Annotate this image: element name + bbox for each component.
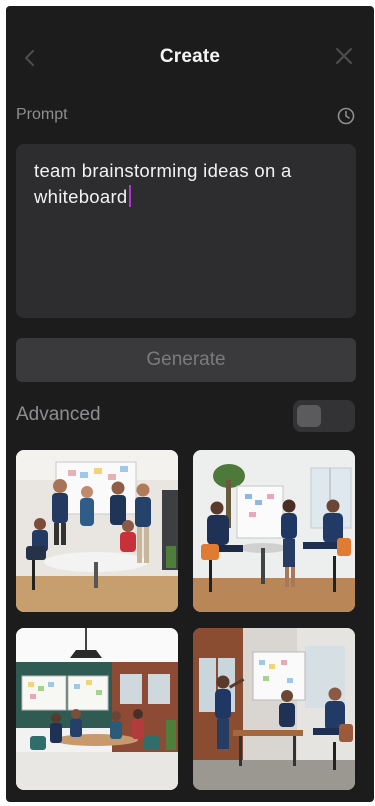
text-caret xyxy=(128,185,131,207)
prompt-text: team brainstorming ideas on a whiteboard xyxy=(34,160,292,207)
prompt-label: Prompt xyxy=(16,106,68,123)
result-image-1[interactable] xyxy=(16,450,178,612)
prompt-input[interactable]: team brainstorming ideas on a whiteboard xyxy=(16,144,356,318)
result-image-4[interactable] xyxy=(193,628,355,790)
result-image-2[interactable] xyxy=(193,450,355,612)
generate-button[interactable]: Generate xyxy=(16,338,356,382)
result-image-3[interactable] xyxy=(16,628,178,790)
advanced-toggle[interactable] xyxy=(293,400,355,432)
page-title: Create xyxy=(159,46,221,67)
result-image-1-picture xyxy=(16,450,178,612)
result-image-2-picture xyxy=(193,450,355,612)
close-icon[interactable] xyxy=(332,44,356,68)
clock-icon[interactable] xyxy=(336,106,356,126)
advanced-label: Advanced xyxy=(16,404,101,425)
result-image-3-picture xyxy=(16,628,178,790)
create-panel: Create Prompt team brainstorming ideas o… xyxy=(6,6,374,802)
toggle-knob xyxy=(297,405,321,427)
header: Create xyxy=(6,38,374,88)
result-image-4-picture xyxy=(193,628,355,790)
